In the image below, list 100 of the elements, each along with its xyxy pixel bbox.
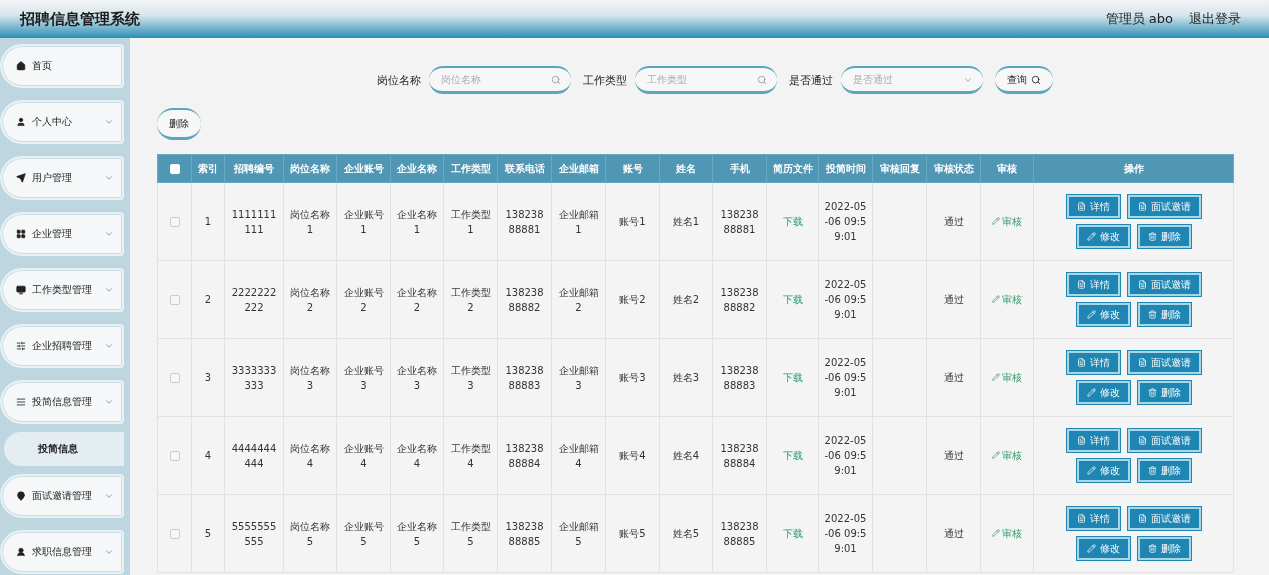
table-cell: 2: [191, 260, 225, 339]
delete-button[interactable]: 删除: [1137, 303, 1191, 326]
pencil-icon: [1086, 544, 1096, 553]
pencil-icon: [1086, 388, 1096, 397]
table-cell: 13823888885: [712, 494, 767, 573]
sidebar-item[interactable]: 面试邀请管理: [0, 474, 124, 518]
detail-button[interactable]: 详情: [1066, 273, 1120, 296]
column-header: 投简时间: [818, 154, 873, 183]
sidebar-item[interactable]: 求职信息管理: [0, 530, 124, 574]
edit-button[interactable]: 修改: [1076, 459, 1130, 482]
column-header: 审核回复: [872, 154, 927, 183]
table-cell: 4: [191, 416, 225, 495]
table-cell: 通过: [926, 494, 981, 573]
table-cell: 岗位名称5: [283, 494, 337, 573]
delete-button[interactable]: 删除: [1137, 381, 1191, 404]
edit-button[interactable]: 修改: [1076, 381, 1130, 404]
table-cell: 企业账号5: [336, 494, 391, 573]
logout-link[interactable]: 退出登录: [1189, 10, 1241, 28]
column-header: 招聘编号: [224, 154, 284, 183]
table-cell: 2022-05-06 09:59:01: [818, 338, 873, 417]
table-cell: 3333333333: [224, 338, 284, 417]
table-cell: 13823888881: [712, 182, 767, 261]
sidebar-item[interactable]: 个人中心: [0, 100, 124, 144]
document-icon: [1137, 436, 1147, 445]
table-cell: 工作类型3: [443, 338, 498, 417]
chevron-down-icon: [104, 397, 114, 407]
search-field[interactable]: 工作类型: [635, 66, 777, 94]
review-link[interactable]: 审核: [992, 213, 1022, 229]
table-cell: 姓名5: [659, 494, 713, 573]
document-icon: [1137, 280, 1147, 289]
detail-button[interactable]: 详情: [1066, 351, 1120, 374]
checkbox[interactable]: [169, 451, 180, 461]
home-icon: [16, 61, 26, 71]
table-cell: 工作类型5: [443, 494, 498, 573]
delete-button[interactable]: 删除: [157, 108, 201, 140]
delete-button[interactable]: 删除: [1137, 459, 1191, 482]
invite-button[interactable]: 面试邀请: [1127, 507, 1201, 530]
edit-button[interactable]: 修改: [1076, 537, 1130, 560]
review-link[interactable]: 审核: [992, 447, 1022, 463]
table-cell: 工作类型2: [443, 260, 498, 339]
table-cell: 2022-05-06 09:59:01: [818, 182, 873, 261]
download-link[interactable]: 下载: [782, 292, 803, 307]
sidebar-item[interactable]: 投简信息管理: [0, 380, 124, 424]
edit-button[interactable]: 修改: [1076, 225, 1130, 248]
sidebar-item[interactable]: 首页: [0, 44, 124, 88]
table-cell: 岗位名称4: [283, 416, 337, 495]
pencil-icon: [992, 217, 1000, 226]
invite-button[interactable]: 面试邀请: [1127, 195, 1201, 218]
checkbox[interactable]: [169, 373, 180, 383]
table-cell: 13823888882: [712, 260, 767, 339]
search-field[interactable]: 岗位名称: [429, 66, 571, 94]
paper-plane-icon: [16, 173, 26, 183]
detail-button[interactable]: 详情: [1066, 195, 1120, 218]
query-button[interactable]: 查询: [995, 66, 1053, 94]
sidebar-item[interactable]: 企业招聘管理: [0, 324, 124, 368]
review-link[interactable]: 审核: [992, 369, 1022, 385]
table-cell: 姓名4: [659, 416, 713, 495]
document-icon: [1076, 514, 1086, 523]
download-link[interactable]: 下载: [782, 214, 803, 229]
table-cell: 2022-05-06 09:59:01: [818, 416, 873, 495]
checkbox[interactable]: [169, 529, 180, 539]
table-cell: 工作类型1: [443, 182, 498, 261]
trash-icon: [1147, 310, 1157, 319]
delete-button[interactable]: 删除: [1137, 225, 1191, 248]
download-link[interactable]: 下载: [782, 526, 803, 541]
sidebar-item[interactable]: 企业管理: [0, 212, 124, 256]
table-cell: 账号4: [605, 416, 660, 495]
sidebar-item[interactable]: 用户管理: [0, 156, 124, 200]
invite-button[interactable]: 面试邀请: [1127, 351, 1201, 374]
table-cell: 2222222222: [224, 260, 284, 339]
pencil-icon: [992, 373, 1000, 382]
table-cell: 企业名称5: [390, 494, 444, 573]
sidebar-item[interactable]: 工作类型管理: [0, 268, 124, 312]
trash-icon: [1147, 544, 1157, 553]
download-link[interactable]: 下载: [782, 370, 803, 385]
checkbox[interactable]: [169, 217, 180, 227]
detail-button[interactable]: 详情: [1066, 507, 1120, 530]
sidebar-subitem[interactable]: 投简信息: [4, 432, 124, 466]
delete-button[interactable]: 删除: [1137, 537, 1191, 560]
review-link[interactable]: 审核: [992, 525, 1022, 541]
chevron-down-icon: [104, 117, 114, 127]
sliders-icon: [16, 341, 26, 351]
column-header: 姓名: [659, 154, 713, 183]
table-cell: 13823888884: [497, 416, 552, 495]
document-icon: [1137, 514, 1147, 523]
select-field[interactable]: 是否通过: [841, 66, 983, 94]
chevron-down-icon: [104, 229, 114, 239]
column-header: 企业账号: [336, 154, 391, 183]
download-link[interactable]: 下载: [782, 448, 803, 463]
table-cell: 通过: [926, 338, 981, 417]
invite-button[interactable]: 面试邀请: [1127, 273, 1201, 296]
checkbox[interactable]: [169, 295, 180, 305]
edit-button[interactable]: 修改: [1076, 303, 1130, 326]
document-icon: [1137, 202, 1147, 211]
review-link[interactable]: 审核: [992, 291, 1022, 307]
app-title: 招聘信息管理系统: [20, 9, 140, 29]
filter-label: 是否通过: [789, 72, 833, 88]
table-cell: 企业账号2: [336, 260, 391, 339]
detail-button[interactable]: 详情: [1066, 429, 1120, 452]
invite-button[interactable]: 面试邀请: [1127, 429, 1201, 452]
